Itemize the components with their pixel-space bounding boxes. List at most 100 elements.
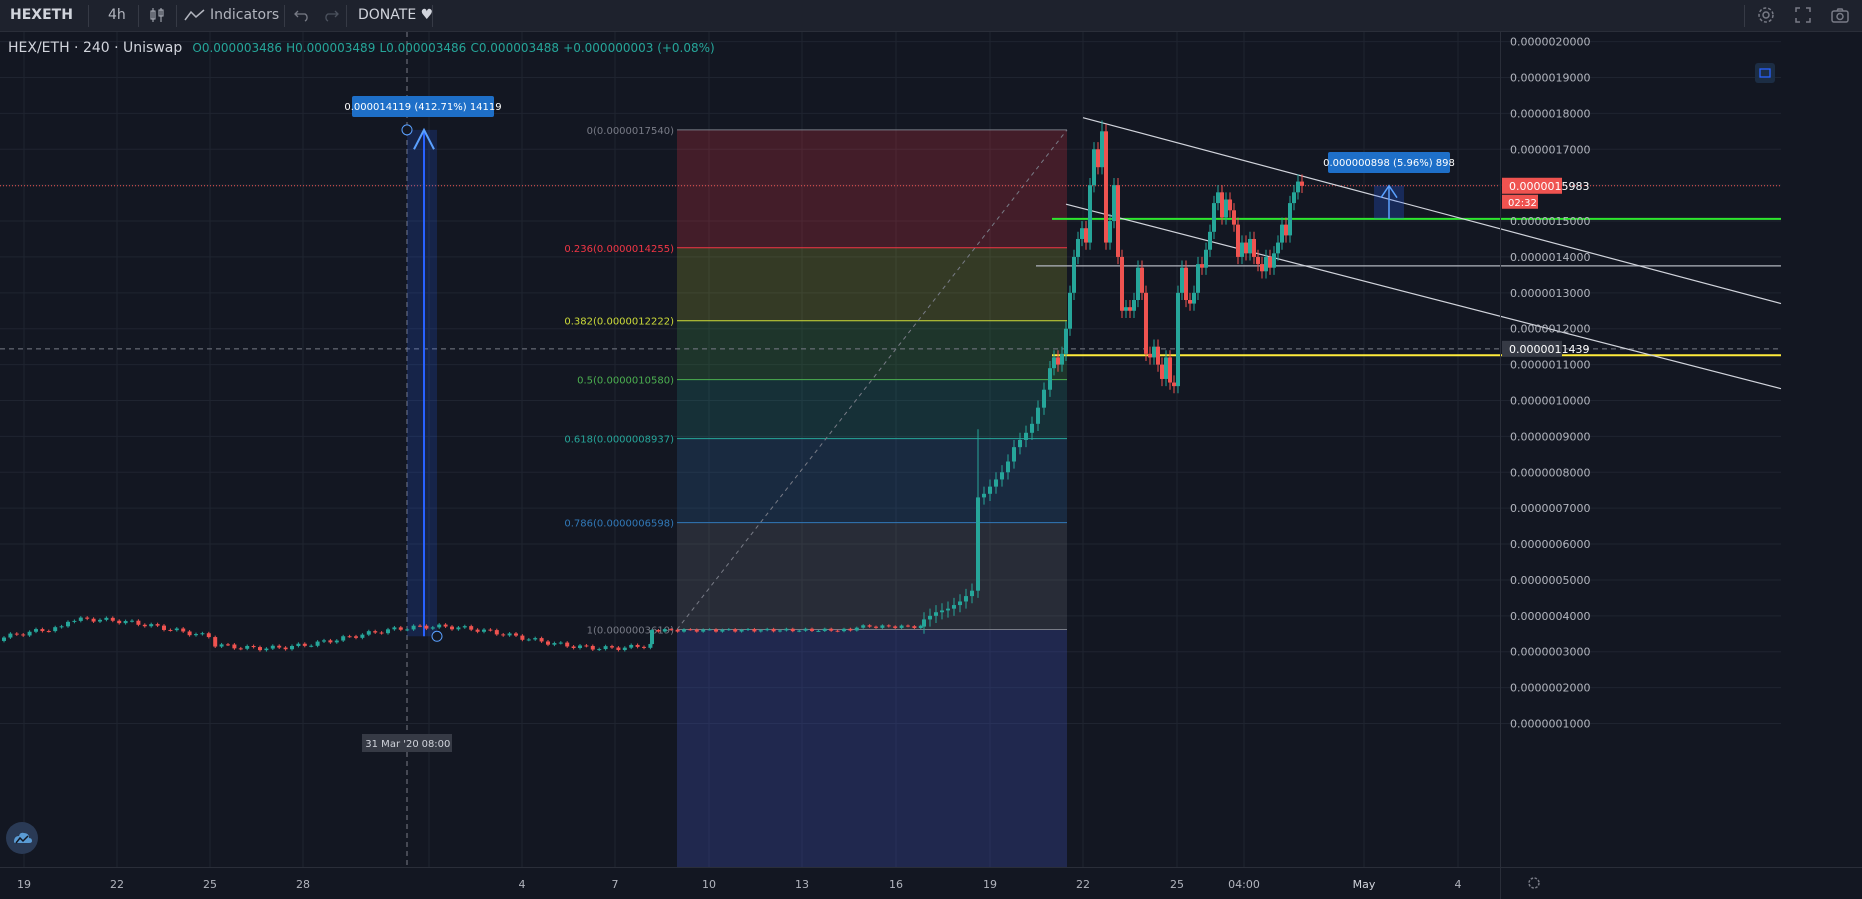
candle-body [982,493,986,498]
candle-body [1112,185,1116,222]
candle-body [739,629,744,632]
candle-body [988,486,992,494]
candle-body [1292,192,1296,204]
candle-body [98,619,102,622]
indicators-button[interactable]: Indicators [184,0,279,31]
candle-body [251,645,256,648]
candle-body [104,617,109,620]
candle-body [1042,389,1046,408]
settings-button[interactable] [1756,0,1776,31]
object-tree-button[interactable] [1755,63,1775,83]
candle-body [290,645,294,650]
countdown-label: 02:32 [1508,198,1537,209]
last-price-label: 0.0000015983 [1509,180,1589,193]
candle-body [1248,238,1252,254]
candle-body [694,629,699,632]
candle-body [34,629,38,632]
snapshot-button[interactable] [1830,0,1850,31]
chart-type-button[interactable] [148,0,168,31]
trend-line[interactable] [1065,203,1782,390]
candle-body [1116,185,1120,257]
candle-body [886,625,891,627]
candle-body [1264,256,1268,272]
gear-icon[interactable] [1528,877,1540,889]
fib-zone [677,129,1067,248]
redo-button[interactable] [322,0,340,31]
fib-zone [677,320,1067,380]
measure-handle[interactable] [431,630,443,642]
candle-body [520,635,525,640]
candle-body [1244,242,1248,254]
candle-body [1232,210,1236,225]
fullscreen-button[interactable] [1794,0,1812,31]
donate-button[interactable]: DONATE ♥ [358,0,433,31]
undo-icon [294,10,308,22]
logo-button[interactable] [6,822,38,854]
candle-body [27,631,32,636]
candle-body [149,624,154,627]
candle-body [1024,432,1028,440]
candle-body [790,628,795,632]
candle-body [360,634,365,638]
candle-body [590,645,595,650]
time-axis-border [0,867,1862,868]
candle-body [123,621,128,624]
candle-body [1260,264,1264,272]
candle-body [1096,149,1100,168]
candle-body [418,625,422,627]
candle-body [328,640,333,643]
interval-button[interactable]: 4h [108,0,126,31]
candle-body [1236,224,1240,257]
candle-body [200,633,205,635]
candle-body [46,631,51,633]
candle-body [1168,357,1172,383]
candle-body [1018,439,1022,448]
time-axis-tick: 25 [203,878,217,891]
candle-body [341,636,346,641]
candle-body [1160,364,1164,379]
chart-canvas[interactable]: 0(0.0000017540) 0.236(0.0000014255) 0.382(… [0,32,1862,899]
candle-body [526,639,531,641]
candle-body [565,642,570,647]
candle-body [187,631,192,636]
candle-body [8,633,13,638]
candle-body [1152,346,1156,358]
time-axis-tick: 4 [519,878,526,891]
price-axis-tick: 0.0000012000 [1510,323,1590,336]
candle-body [1212,203,1216,232]
fib-level-label: 0.5(0.0000010580) [577,376,674,387]
price-axis-tick: 0.0000017000 [1510,143,1590,156]
candle-body [822,628,827,631]
candle-body [1192,292,1196,304]
candle-body [1180,267,1184,293]
time-axis-tick: 25 [1170,878,1184,891]
candle-body [1224,199,1228,218]
candle-body [752,629,757,632]
candle-body [829,628,834,631]
crosshair-price-label: 0.0000011439 [1509,343,1589,356]
time-axis-tick: 19 [983,878,997,891]
candle-body [322,640,326,642]
candle-body [976,497,980,591]
symbol-search-button[interactable]: HEXETH [10,0,73,31]
time-axis-tick: 7 [612,878,619,891]
candle-body [1104,131,1108,243]
fib-zone [677,629,1067,867]
toolbar-divider [1744,5,1745,27]
candle-body [675,629,680,632]
candle-body [1204,249,1208,268]
candle-body [835,630,840,632]
candle-body [1280,224,1284,243]
fib-zone [677,438,1067,523]
candle-body [682,629,686,632]
toolbar-divider [346,5,347,27]
measure-handle[interactable] [401,124,413,136]
candle-body [726,629,731,631]
camera-icon [1831,8,1849,23]
candle-body [1208,231,1212,250]
candle-body [1240,242,1244,257]
candle-body [816,630,821,632]
undo-button[interactable] [293,0,311,31]
candle-body [373,631,378,633]
candle-body [162,625,166,630]
